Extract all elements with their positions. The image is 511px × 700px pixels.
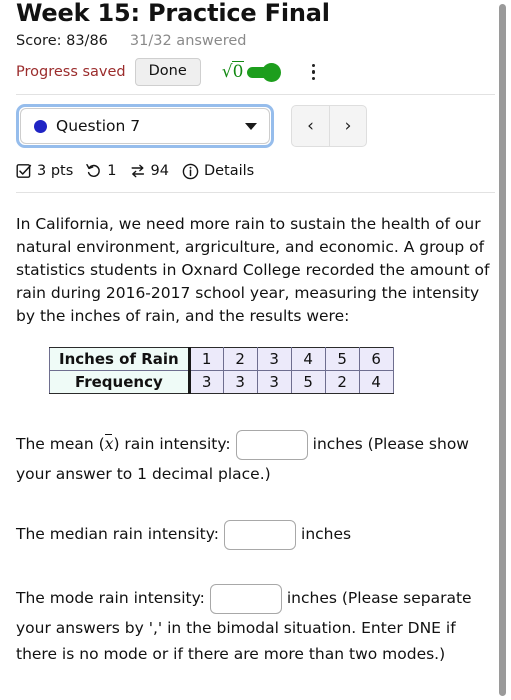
inches-cell: 4 (290, 347, 326, 371)
header-divider (16, 94, 495, 95)
progress-status: Progress saved (16, 64, 126, 80)
radical-icon: √0 (221, 60, 245, 82)
mean-hint: your answer to 1 decimal place.) (16, 465, 271, 483)
page-title: Week 15: Practice Final (16, 0, 330, 27)
frequency-table: Inches of Rain 1 2 3 4 5 6 Frequency 3 3… (49, 347, 394, 394)
row-header-frequency: Frequency (49, 370, 191, 394)
retries-meta: 94 (130, 163, 169, 179)
frequency-cell: 2 (324, 370, 360, 394)
mode-prefix: The mode rain intensity: (16, 589, 205, 607)
answered-count: 31/32 answered (129, 33, 247, 49)
mean-input[interactable] (235, 429, 308, 460)
question-select[interactable]: Question 7 (20, 108, 270, 144)
question-meta-row: 3 pts 1 94 Details (0, 160, 511, 182)
attempts-meta: 1 (86, 163, 117, 179)
overbar (105, 434, 112, 436)
question-pager: ‹ › (291, 105, 367, 147)
kebab-dot (311, 70, 316, 74)
frequency-cell: 3 (256, 370, 292, 394)
row-header-inches: Inches of Rain (49, 347, 191, 371)
checkbox-check-icon (16, 164, 32, 178)
mean-unit: inches (Please show (312, 435, 469, 453)
more-options-icon[interactable] (305, 62, 321, 82)
question-select-focus-ring: Question 7 (16, 104, 274, 148)
frequency-cell: 3 (188, 370, 224, 394)
mean-suffix: ) rain intensity: (113, 435, 231, 453)
mean-answer-row: The mean (x) rain intensity: inches (Plea… (16, 428, 495, 487)
median-unit: inches (301, 525, 352, 543)
next-question-button[interactable]: › (329, 105, 367, 147)
table-row: Inches of Rain 1 2 3 4 5 6 (49, 347, 394, 371)
points-meta: 3 pts (16, 163, 73, 179)
chevron-down-icon (245, 123, 257, 130)
median-input[interactable] (224, 519, 297, 550)
details-meta[interactable]: Details (182, 163, 254, 180)
swap-arrows-icon (131, 164, 144, 178)
mean-prefix: The mean ( (16, 435, 105, 453)
inches-cell: 3 (256, 347, 292, 371)
attempts-label: 1 (107, 163, 117, 179)
mode-hint: your answers by ',' in the bimodal situa… (16, 619, 456, 663)
frequency-cell: 5 (290, 370, 326, 394)
quiz-header: Week 15: Practice Final Score: 83/86 31/… (0, 0, 511, 86)
undo-arrow-icon (86, 163, 101, 177)
retries-label: 94 (150, 163, 169, 179)
done-button[interactable]: Done (134, 58, 201, 86)
question-select-label: Question 7 (56, 117, 141, 135)
frequency-table-wrap: Inches of Rain 1 2 3 4 5 6 Frequency 3 3… (16, 347, 495, 394)
x-bar-symbol: x (104, 434, 114, 453)
math-mode-toggle[interactable]: √0 (221, 60, 282, 82)
question-nav-row: Question 7 ‹ › (0, 104, 511, 148)
quiz-page: Week 15: Practice Final Score: 83/86 31/… (0, 0, 511, 700)
score-row: Score: 83/86 31/32 answered (16, 33, 495, 49)
question-body: In California, we need more rain to sust… (0, 213, 511, 667)
mode-answer-row: The mode rain intensity: inches (Please s… (16, 582, 495, 667)
median-answer-row: The median rain intensity: inches (16, 518, 495, 551)
question-status-dot (34, 119, 47, 133)
kebab-dot (311, 63, 316, 68)
median-prefix: The median rain intensity: (16, 525, 220, 543)
status-row: Progress saved Done √0 (16, 58, 495, 86)
details-label: Details (203, 163, 255, 179)
kebab-dot (311, 76, 316, 81)
inches-cell: 1 (188, 347, 224, 371)
points-label: 3 pts (37, 163, 74, 179)
frequency-cell: 4 (358, 370, 394, 394)
frequency-cell: 3 (222, 370, 258, 394)
score-label: Score: 83/86 (16, 33, 108, 49)
inches-cell: 2 (222, 347, 258, 371)
inches-cell: 5 (324, 347, 360, 371)
meta-divider (16, 192, 495, 193)
question-prompt: In California, we need more rain to sust… (16, 215, 490, 325)
vertical-scrollbar[interactable] (499, 4, 506, 696)
previous-question-button[interactable]: ‹ (291, 105, 329, 147)
table-row: Frequency 3 3 3 5 2 4 (49, 370, 394, 394)
info-circle-icon (182, 163, 199, 179)
toggle-knob (262, 62, 282, 82)
mode-unit: inches (Please separate (286, 589, 472, 607)
toggle-switch[interactable] (247, 62, 282, 82)
inches-cell: 6 (358, 347, 394, 371)
mode-input[interactable] (209, 583, 282, 614)
